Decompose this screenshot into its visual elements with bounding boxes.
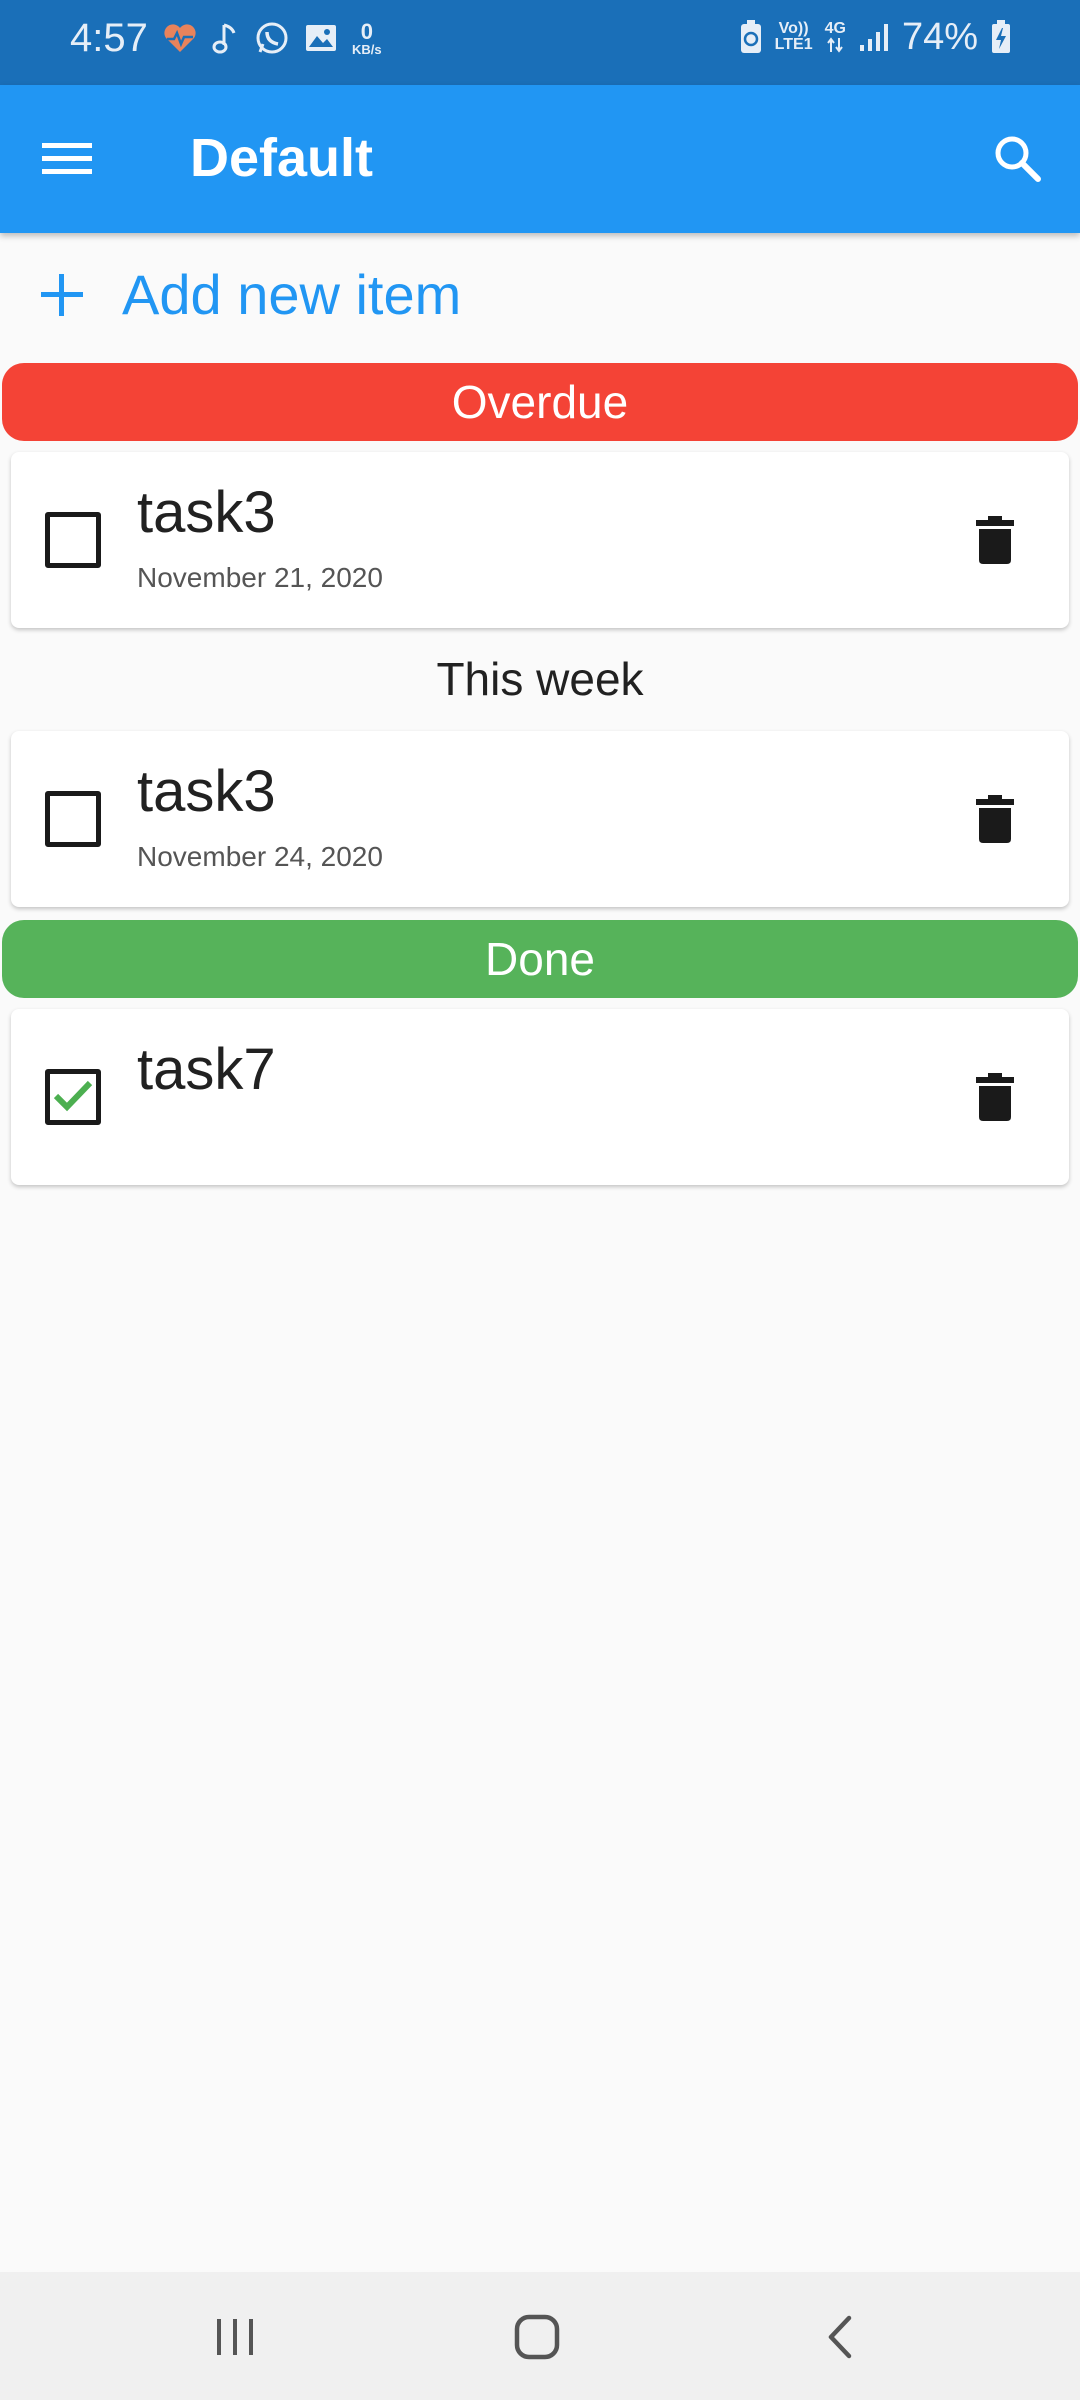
trash-icon	[976, 1073, 1014, 1121]
task-title: task3	[137, 759, 276, 824]
image-icon	[304, 23, 338, 53]
task-card[interactable]: task3 November 24, 2020	[11, 731, 1069, 907]
music-note-icon	[212, 21, 240, 55]
recents-icon	[217, 2319, 253, 2355]
delete-task-button[interactable]	[965, 510, 1025, 570]
whatsapp-icon	[254, 20, 290, 56]
section-header-overdue: Overdue	[2, 363, 1078, 441]
task-card[interactable]: task3 November 21, 2020	[11, 452, 1069, 628]
trash-icon	[976, 516, 1014, 564]
task-title: task7	[137, 1037, 276, 1102]
delete-task-button[interactable]	[965, 789, 1025, 849]
battery-percent: 74%	[901, 16, 978, 58]
heart-rate-icon	[162, 22, 198, 54]
section-header-this-week: This week	[0, 640, 1080, 718]
home-icon	[514, 2314, 560, 2360]
check-icon	[53, 1080, 93, 1112]
search-icon	[995, 136, 1041, 182]
volte-top-label: Vo))	[778, 20, 809, 37]
status-system-icons: Vo)) LTE1 4G 74%	[739, 18, 1012, 56]
network-speed: 0 KB/s	[352, 18, 382, 57]
plus-icon	[30, 263, 94, 327]
status-bar: 4:57 0 KB/s Vo)) LTE1 4G 74%	[0, 0, 1080, 85]
search-button[interactable]	[984, 125, 1050, 191]
system-navigation-bar	[0, 2272, 1080, 2400]
back-icon	[828, 2315, 852, 2359]
back-button[interactable]	[800, 2302, 880, 2372]
recents-button[interactable]	[195, 2302, 275, 2372]
network-speed-value: 0	[360, 18, 373, 44]
status-time: 4:57	[70, 16, 148, 60]
network-type-label: 4G	[824, 20, 846, 37]
menu-button[interactable]	[34, 125, 100, 191]
section-header-done: Done	[2, 920, 1078, 998]
delete-task-button[interactable]	[965, 1067, 1025, 1127]
menu-icon	[42, 143, 92, 174]
task-card[interactable]: task7	[11, 1009, 1069, 1185]
section-label: This week	[436, 653, 644, 705]
task-checkbox[interactable]	[45, 791, 101, 847]
page-title: Default	[190, 128, 374, 188]
section-label: Overdue	[451, 376, 629, 428]
volte-bottom-label: LTE1	[774, 36, 813, 53]
volte-indicator: Vo)) LTE1	[775, 21, 813, 53]
status-notification-icons: 0 KB/s	[162, 20, 382, 56]
task-due-date: November 24, 2020	[137, 841, 383, 872]
task-checkbox-checked[interactable]	[45, 1069, 101, 1125]
battery-charging-icon	[990, 19, 1012, 55]
network-type: 4G	[825, 21, 846, 53]
network-speed-unit: KB/s	[352, 41, 382, 57]
task-checkbox[interactable]	[45, 512, 101, 568]
data-arrows-icon	[827, 37, 844, 53]
trash-icon	[976, 795, 1014, 843]
add-new-item-button[interactable]: Add new item	[30, 255, 461, 335]
signal-icon	[858, 21, 890, 53]
battery-saver-icon	[739, 19, 763, 55]
app-bar: Default	[0, 85, 1080, 233]
task-due-date: November 21, 2020	[137, 562, 383, 593]
add-new-item-label: Add new item	[122, 263, 462, 326]
task-title: task3	[137, 480, 276, 545]
home-button[interactable]	[497, 2302, 577, 2372]
section-label: Done	[485, 933, 595, 985]
